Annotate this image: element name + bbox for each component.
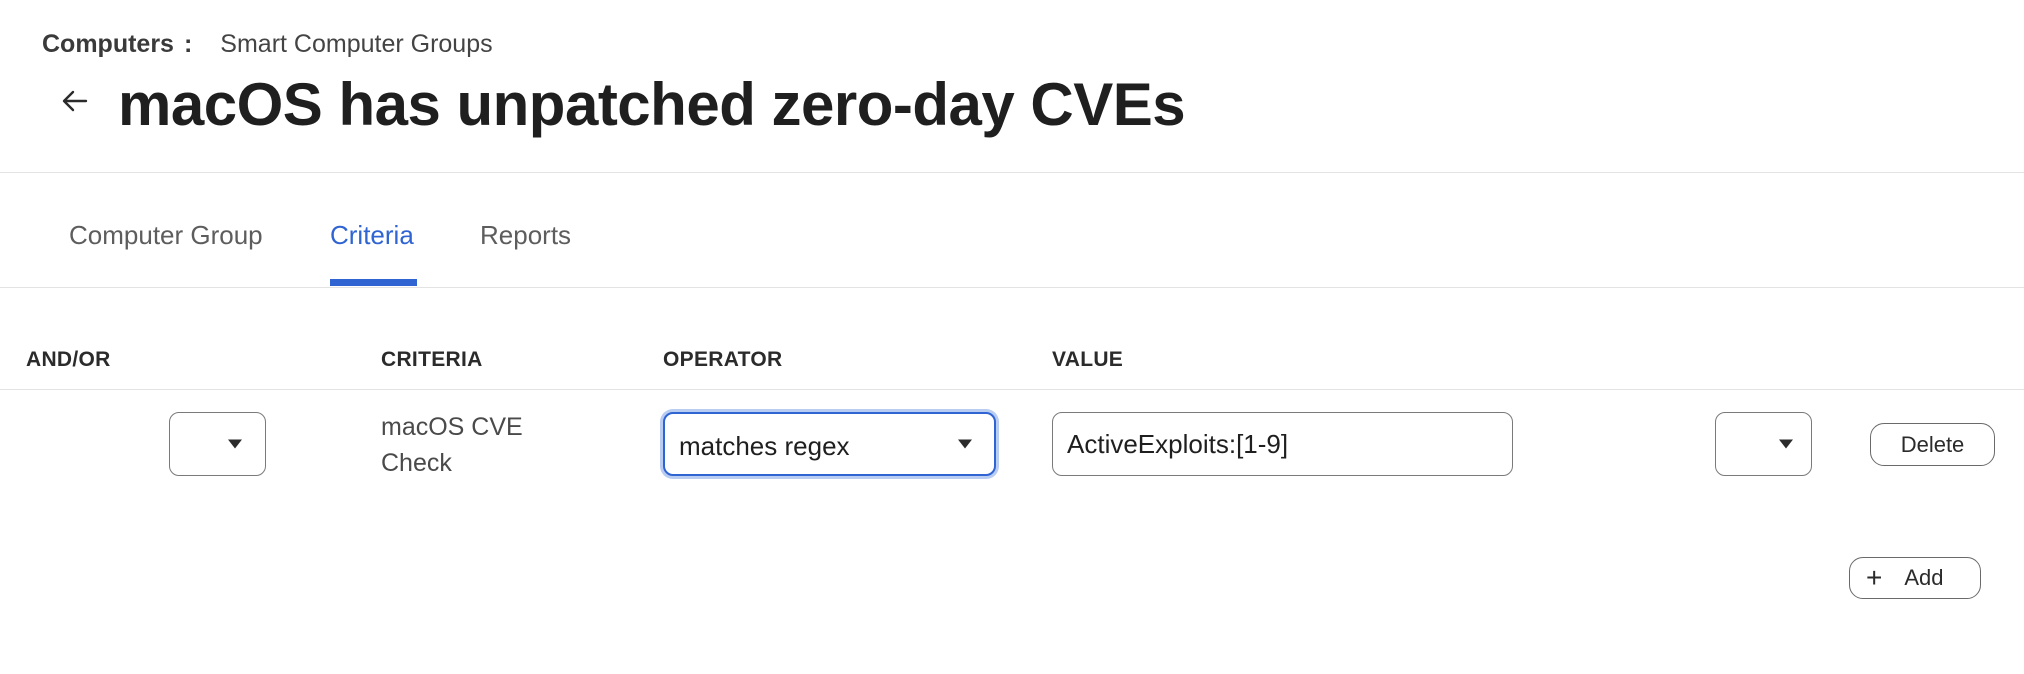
add-button-label: Add [1904, 565, 1944, 590]
breadcrumb-section[interactable]: Computers [42, 30, 174, 59]
plus-icon: + [1866, 562, 1883, 593]
column-header-operator: OPERATOR [663, 348, 783, 371]
back-button[interactable] [54, 82, 96, 124]
tab-reports[interactable]: Reports [480, 220, 571, 251]
breadcrumb: Computers : Smart Computer Groups [42, 30, 493, 59]
column-header-value: VALUE [1052, 348, 1124, 371]
caret-down-icon [228, 439, 242, 449]
tab-bar: Computer Group Criteria Reports [0, 172, 2024, 287]
breadcrumb-current-page[interactable]: Smart Computer Groups [220, 30, 492, 59]
tab-criteria[interactable]: Criteria [330, 220, 414, 251]
operator-select[interactable]: matches regex [663, 412, 996, 476]
operator-selected-value: matches regex [679, 431, 850, 461]
tabs-divider [0, 287, 2024, 288]
closing-paren-select[interactable] [1715, 412, 1812, 476]
column-header-and-or: AND/OR [26, 348, 111, 371]
criteria-value-input[interactable] [1052, 412, 1513, 476]
page-title: macOS has unpatched zero-day CVEs [118, 71, 1186, 138]
and-or-select[interactable] [169, 412, 266, 476]
arrow-left-icon [62, 90, 88, 117]
criteria-name: macOS CVE Check [381, 413, 523, 477]
caret-down-icon [1779, 439, 1793, 449]
active-tab-indicator [330, 279, 417, 286]
delete-button[interactable]: Delete [1870, 423, 1995, 466]
add-criteria-button[interactable]: + Add [1849, 557, 1981, 599]
column-header-criteria: CRITERIA [381, 348, 483, 371]
table-header-divider [0, 389, 2024, 390]
breadcrumb-separator: : [183, 30, 193, 58]
tab-computer-group[interactable]: Computer Group [69, 220, 263, 251]
caret-down-icon [958, 439, 972, 449]
